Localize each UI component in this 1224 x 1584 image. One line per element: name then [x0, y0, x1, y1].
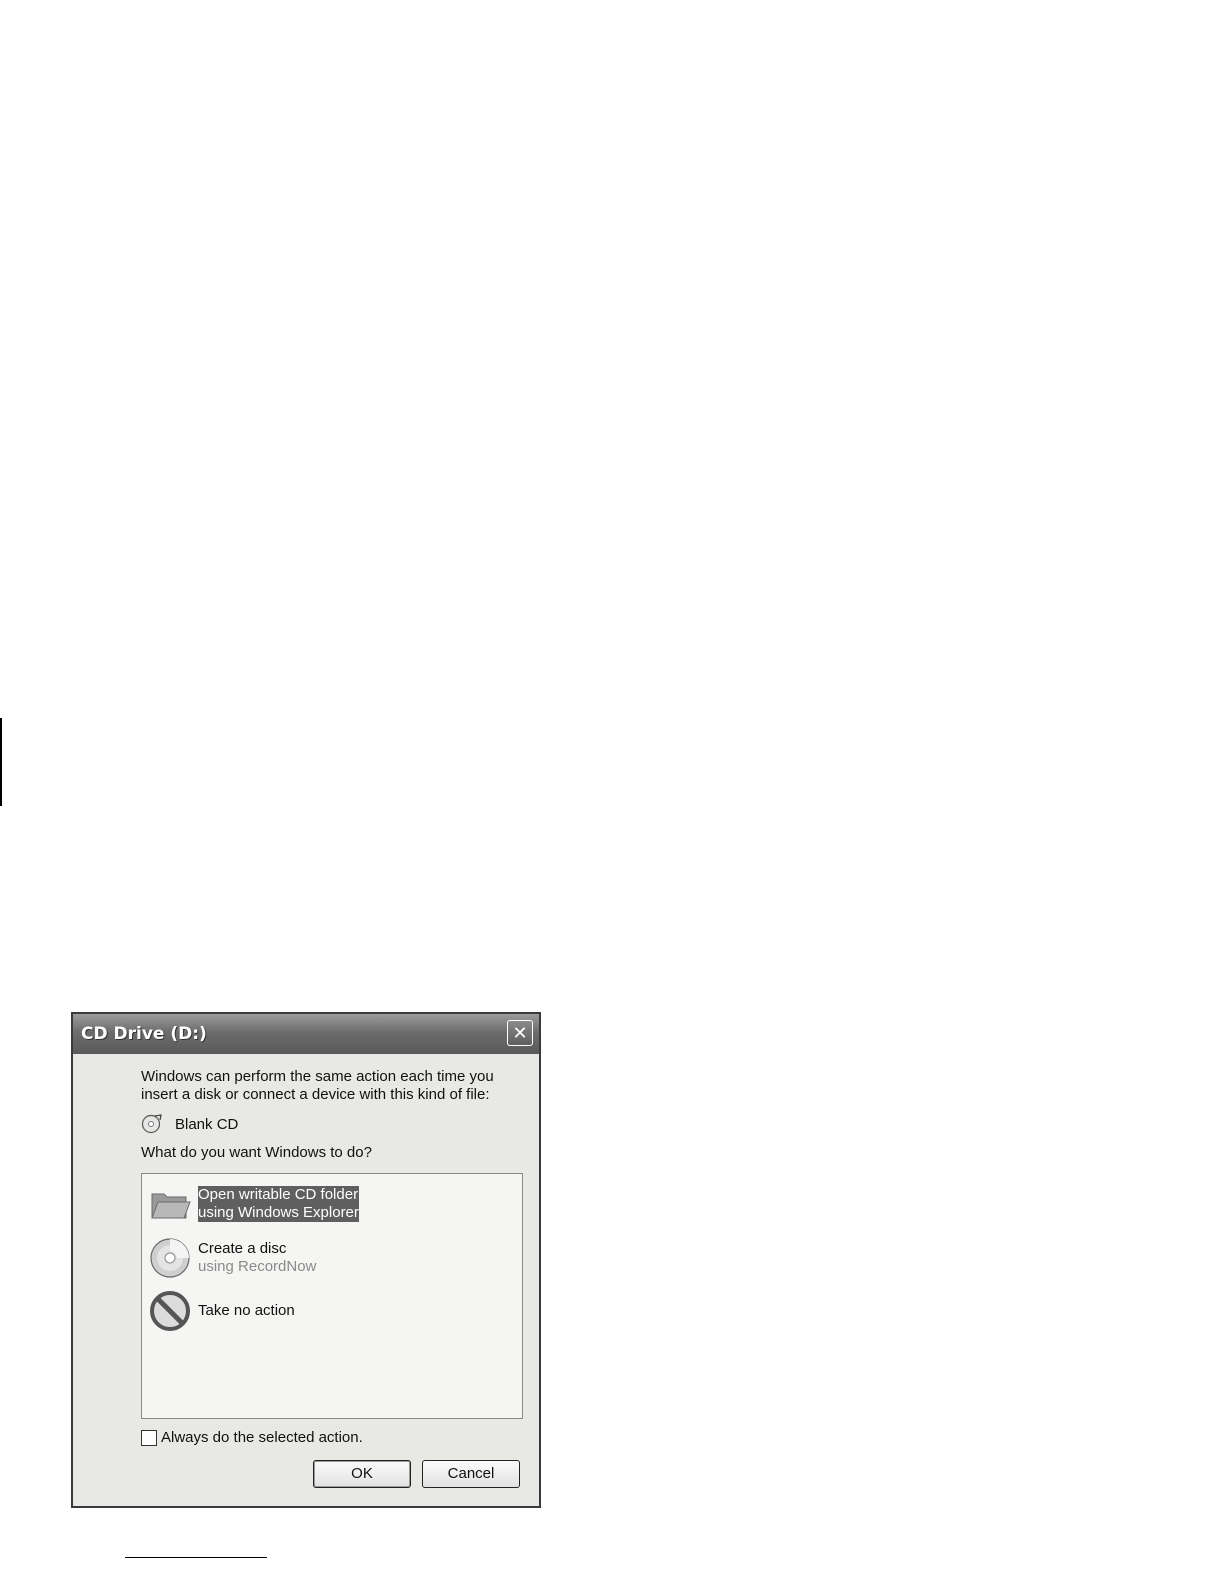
action-list[interactable]: Open writable CD folder using Windows Ex…	[141, 1173, 523, 1419]
question-text: What do you want Windows to do?	[141, 1144, 372, 1161]
autoplay-dialog: CD Drive (D:) ✕ Windows can perform the …	[71, 1012, 541, 1508]
option-title: Open writable CD folder	[198, 1186, 359, 1204]
page-margin-bar	[0, 718, 2, 806]
dialog-title: CD Drive (D:)	[81, 1024, 207, 1044]
always-label[interactable]: Always do the selected action.	[161, 1429, 363, 1446]
option-open-folder[interactable]: Open writable CD folder using Windows Ex…	[148, 1182, 359, 1226]
close-icon: ✕	[512, 1023, 528, 1043]
close-button[interactable]: ✕	[507, 1020, 533, 1046]
cancel-button[interactable]: Cancel	[422, 1460, 520, 1488]
title-bar[interactable]: CD Drive (D:) ✕	[73, 1014, 539, 1054]
content-type-row: Blank CD	[141, 1114, 238, 1134]
footnote-separator	[125, 1557, 267, 1558]
intro-text: Windows can perform the same action each…	[141, 1068, 494, 1103]
no-action-icon	[150, 1291, 190, 1331]
folder-icon	[151, 1193, 191, 1219]
option-create-disc[interactable]: Create a disc using RecordNow	[148, 1236, 316, 1280]
option-title: Take no action	[198, 1302, 295, 1319]
content-type-label: Blank CD	[175, 1115, 239, 1133]
option-take-no-action[interactable]: Take no action	[148, 1289, 295, 1333]
blank-cd-icon	[141, 1114, 162, 1134]
always-checkbox[interactable]	[141, 1429, 157, 1446]
option-subtitle: using RecordNow	[198, 1258, 317, 1275]
option-subtitle: using Windows Explorer	[198, 1204, 359, 1222]
always-do-row: Always do the selected action.	[141, 1429, 363, 1446]
option-title: Create a disc	[198, 1240, 287, 1257]
ok-button[interactable]: OK	[313, 1460, 411, 1488]
cd-icon	[150, 1238, 190, 1278]
